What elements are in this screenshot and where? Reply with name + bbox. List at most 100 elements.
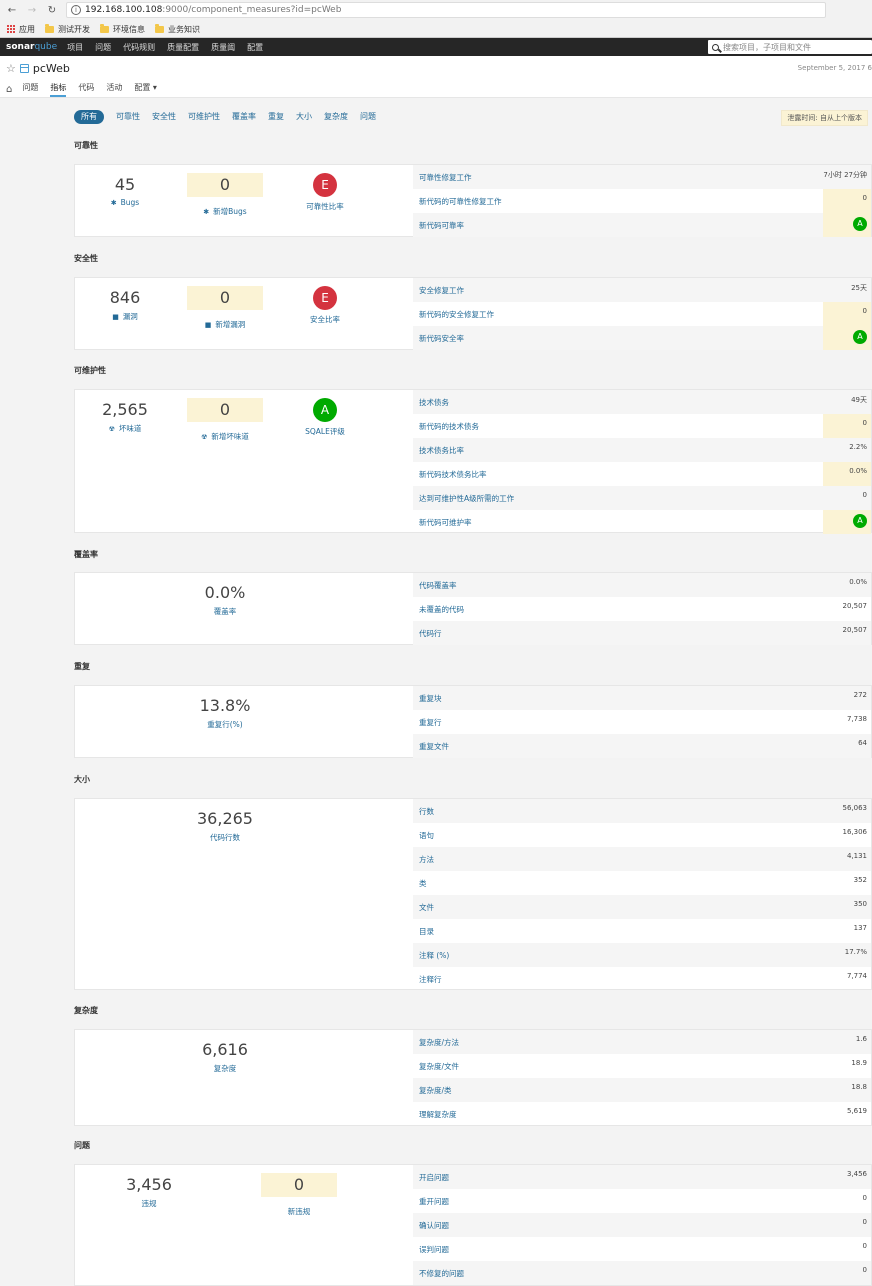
- nav-projects[interactable]: 项目: [67, 42, 83, 53]
- metric-row[interactable]: 不修复的问题 0: [413, 1261, 871, 1285]
- nav-quality-profiles[interactable]: 质量配置: [167, 42, 199, 53]
- apps-grid-icon: [6, 25, 15, 34]
- nav-quality-gates[interactable]: 质量阈: [211, 42, 235, 53]
- vulnerabilities-metric[interactable]: 846 ■ 漏洞: [75, 288, 175, 322]
- new-bugs-metric[interactable]: 0: [187, 173, 263, 197]
- lock-icon: ■: [204, 320, 212, 329]
- complexity-details: 复杂度/方法 1.6 复杂度/文件 18.9 复杂度/类 18.8 理解复杂度 5,61…: [413, 1030, 871, 1125]
- tab-settings[interactable]: 配置 ▾: [134, 81, 157, 97]
- metric-row[interactable]: 安全修复工作 25天: [413, 278, 871, 302]
- project-name[interactable]: pcWeb: [33, 62, 70, 75]
- maintainability-card: 2,565 ☢ 坏味道 0 ☢ 新增坏味道 A SQALE评级 技术债务 49天 新代…: [74, 389, 872, 534]
- metric-row[interactable]: 未覆盖的代码 20,507: [413, 597, 871, 621]
- metric-row[interactable]: 类 352: [413, 871, 871, 895]
- tab-code[interactable]: 代码: [78, 81, 94, 97]
- domain-tab-security[interactable]: 安全性: [152, 110, 176, 124]
- nav-administration[interactable]: 配置: [247, 42, 263, 53]
- metric-row[interactable]: 注释行 7,774: [413, 967, 871, 991]
- metric-row[interactable]: 技术债务比率 2.2%: [413, 438, 871, 462]
- metric-row[interactable]: 技术债务 49天: [413, 390, 871, 414]
- reliability-details: 可靠性修复工作 7小时 27分钟 新代码的可靠性修复工作 0 新代码可靠率 A: [413, 165, 871, 237]
- bookmark-test-dev[interactable]: 测试开发: [45, 23, 90, 35]
- lines-of-code-metric[interactable]: 36,265 代码行数: [175, 809, 275, 843]
- bookmark-apps[interactable]: 应用: [6, 24, 35, 35]
- domain-tab-coverage[interactable]: 覆盖率: [232, 110, 256, 124]
- metric-row[interactable]: 新代码的可靠性修复工作 0: [413, 189, 871, 213]
- metric-row[interactable]: 重开问题 0: [413, 1189, 871, 1213]
- analysis-date: September 5, 2017 6: [797, 64, 872, 72]
- new-vulnerabilities-metric[interactable]: 0: [187, 286, 263, 310]
- domain-tab-size[interactable]: 大小: [296, 110, 312, 124]
- violations-metric[interactable]: 3,456 违规: [99, 1175, 199, 1209]
- nav-issues[interactable]: 问题: [95, 42, 111, 53]
- metric-row[interactable]: 语句 16,306: [413, 823, 871, 847]
- domain-tab-complexity[interactable]: 复杂度: [324, 110, 348, 124]
- metric-row[interactable]: 开启问题 3,456: [413, 1165, 871, 1189]
- new-code-smells-metric[interactable]: 0: [187, 398, 263, 422]
- domain-tab-maintainability[interactable]: 可维护性: [188, 110, 220, 124]
- security-details: 安全修复工作 25天 新代码的安全修复工作 0 新代码安全率 A: [413, 278, 871, 350]
- rating-badge: A: [853, 330, 867, 344]
- metric-row[interactable]: 新代码安全率 A: [413, 326, 871, 350]
- duplications-metric[interactable]: 13.8% 重复行(%): [175, 696, 275, 730]
- browser-nav-row: ← → ↻ i 192.168.100.108:9000/component_m…: [0, 0, 872, 20]
- coverage-metric[interactable]: 0.0% 覆盖率: [175, 583, 275, 617]
- metric-row[interactable]: 复杂度/类 18.8: [413, 1078, 871, 1102]
- domain-tab-issues[interactable]: 问题: [360, 110, 376, 124]
- metric-row[interactable]: 重复块 272: [413, 686, 871, 710]
- coverage-details: 代码覆盖率 0.0% 未覆盖的代码 20,507 代码行 20,507: [413, 573, 871, 645]
- url-path: :9000/component_measures?id=pcWeb: [162, 5, 342, 15]
- metric-row[interactable]: 可靠性修复工作 7小时 27分钟: [413, 165, 871, 189]
- metric-row[interactable]: 代码行 20,507: [413, 621, 871, 645]
- info-icon[interactable]: i: [71, 5, 81, 15]
- metric-row[interactable]: 新代码技术债务比率 0.0%: [413, 462, 871, 486]
- new-violations-metric[interactable]: 0: [261, 1173, 337, 1197]
- forward-arrow-icon[interactable]: →: [24, 2, 40, 18]
- security-rating[interactable]: E 安全比率: [275, 286, 375, 325]
- tab-issues[interactable]: 问题: [22, 81, 38, 97]
- metric-row[interactable]: 复杂度/方法 1.6: [413, 1030, 871, 1054]
- metric-row[interactable]: 方法 4,131: [413, 847, 871, 871]
- metric-row[interactable]: 文件 350: [413, 895, 871, 919]
- tab-measures[interactable]: 指标: [50, 81, 67, 97]
- bugs-metric[interactable]: 45 ✱ Bugs: [75, 175, 175, 207]
- domain-tab-duplications[interactable]: 重复: [268, 110, 284, 124]
- metric-row[interactable]: 目录 137: [413, 919, 871, 943]
- reliability-rating[interactable]: E 可靠性比率: [275, 173, 375, 212]
- metric-row[interactable]: 达到可维护性A级所需的工作 0: [413, 486, 871, 510]
- duplications-details: 重复块 272 重复行 7,738 重复文件 64: [413, 686, 871, 758]
- bookmark-env-info[interactable]: 环境信息: [100, 23, 145, 35]
- metric-row[interactable]: 确认问题 0: [413, 1213, 871, 1237]
- metric-row[interactable]: 新代码可维护率 A: [413, 510, 871, 534]
- tab-activity[interactable]: 活动: [106, 81, 122, 97]
- metric-row[interactable]: 新代码可靠率 A: [413, 213, 871, 237]
- back-arrow-icon[interactable]: ←: [4, 2, 20, 18]
- home-icon[interactable]: ⌂: [6, 84, 12, 95]
- lock-icon: ■: [112, 312, 119, 321]
- metric-row[interactable]: 注释 (%) 17.7%: [413, 943, 871, 967]
- bug-icon: ✱: [203, 207, 210, 216]
- domain-tab-all[interactable]: 所有: [74, 110, 104, 124]
- search-input[interactable]: 搜索项目，子项目和文件: [708, 40, 872, 54]
- metric-row[interactable]: 重复行 7,738: [413, 710, 871, 734]
- reload-icon[interactable]: ↻: [44, 2, 60, 18]
- favorite-star-icon[interactable]: ☆: [6, 62, 16, 75]
- section-title-coverage: 覆盖率: [74, 550, 98, 559]
- metric-row[interactable]: 行数 56,063: [413, 799, 871, 823]
- bookmark-business[interactable]: 业务知识: [155, 23, 200, 35]
- metric-row[interactable]: 新代码的技术债务 0: [413, 414, 871, 438]
- code-smells-metric[interactable]: 2,565 ☢ 坏味道: [75, 400, 175, 434]
- metric-row[interactable]: 重复文件 64: [413, 734, 871, 758]
- metric-row[interactable]: 误判问题 0: [413, 1237, 871, 1261]
- project-header: ☆ pcWeb September 5, 2017 6 ⌂ 问题 指标 代码 活…: [0, 56, 872, 98]
- sqale-rating[interactable]: A SQALE评级: [275, 398, 375, 437]
- metric-row[interactable]: 代码覆盖率 0.0%: [413, 573, 871, 597]
- complexity-metric[interactable]: 6,616 复杂度: [175, 1040, 275, 1074]
- domain-tab-reliability[interactable]: 可靠性: [116, 110, 140, 124]
- metric-row[interactable]: 复杂度/文件 18.9: [413, 1054, 871, 1078]
- metric-row[interactable]: 理解复杂度 5,619: [413, 1102, 871, 1126]
- nav-rules[interactable]: 代码规则: [123, 42, 155, 53]
- metric-row[interactable]: 新代码的安全修复工作 0: [413, 302, 871, 326]
- address-bar[interactable]: i 192.168.100.108:9000/component_measure…: [66, 2, 826, 18]
- sonarqube-logo[interactable]: sonarqube: [0, 42, 57, 52]
